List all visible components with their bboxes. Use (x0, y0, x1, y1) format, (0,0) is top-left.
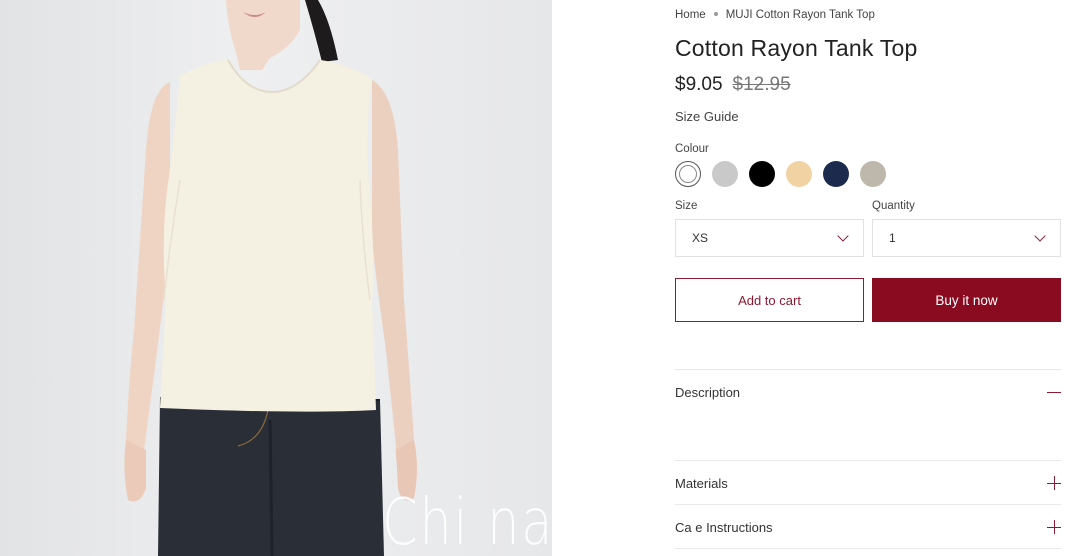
chevron-down-icon (1034, 229, 1046, 242)
divider (675, 460, 1061, 461)
size-label: Size (675, 200, 698, 212)
buy-it-now-button[interactable]: Buy it now (872, 278, 1061, 322)
size-guide-link[interactable]: Size Guide (675, 109, 739, 124)
accordion-care-instructions[interactable]: Ca e Instructions (675, 517, 1061, 537)
size-select[interactable]: XS (675, 219, 864, 257)
product-info-panel: Home MUJI Cotton Rayon Tank Top Cotton Ra… (675, 0, 1062, 556)
model-photo (124, 0, 417, 556)
product-title: Cotton Rayon Tank Top (675, 35, 918, 61)
divider (675, 504, 1061, 505)
colour-swatch[interactable] (675, 161, 701, 187)
colour-swatch[interactable] (823, 161, 849, 187)
accordion-label: Materials (675, 475, 728, 491)
product-image[interactable]: Chi na (0, 0, 552, 556)
sale-price: $9.05 (675, 74, 723, 95)
breadcrumb-home-link[interactable]: Home (675, 9, 706, 21)
size-select-value: XS (692, 231, 709, 245)
colour-swatch[interactable] (786, 161, 812, 187)
add-to-cart-button[interactable]: Add to cart (675, 278, 864, 322)
colour-swatch[interactable] (860, 161, 886, 187)
breadcrumb: Home MUJI Cotton Rayon Tank Top (675, 9, 875, 21)
watermark-text: Chi na (382, 486, 552, 556)
plus-icon[interactable] (1047, 520, 1061, 534)
accordion-label: Ca e Instructions (675, 519, 773, 535)
breadcrumb-separator-icon (713, 11, 718, 16)
breadcrumb-current[interactable]: MUJI Cotton Rayon Tank Top (726, 9, 875, 21)
divider (675, 369, 1061, 370)
plus-icon[interactable] (1047, 476, 1061, 490)
colour-swatch-group (675, 161, 886, 187)
minus-icon[interactable] (1047, 385, 1061, 399)
quantity-select-value: 1 (889, 231, 896, 245)
compare-at-price: $12.95 (732, 74, 791, 95)
divider (675, 548, 1061, 549)
colour-swatch-dot (679, 165, 697, 183)
quantity-select[interactable]: 1 (872, 219, 1061, 257)
quantity-label: Quantity (872, 200, 915, 212)
colour-label: Colour (675, 143, 709, 155)
chevron-down-icon (837, 229, 849, 242)
colour-swatch[interactable] (712, 161, 738, 187)
price-block: $9.05 $12.95 (675, 74, 791, 96)
accordion-description[interactable]: Description (675, 382, 1061, 402)
colour-swatch[interactable] (749, 161, 775, 187)
accordion-label: Description (675, 384, 741, 400)
accordion-materials[interactable]: Materials (675, 473, 1061, 493)
